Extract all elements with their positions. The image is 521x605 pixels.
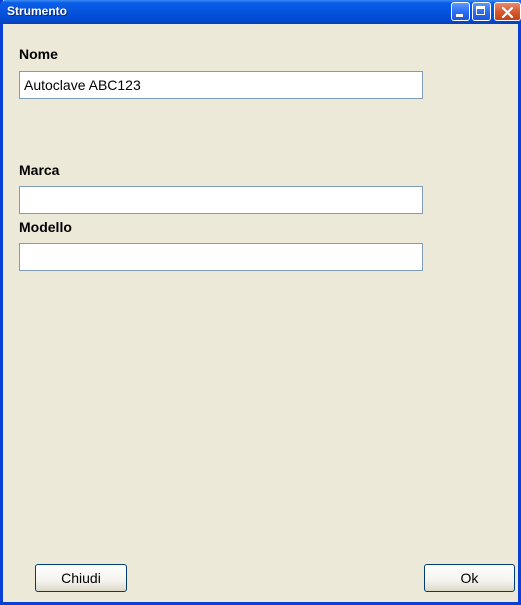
close-button[interactable]: Chiudi bbox=[35, 564, 127, 592]
marca-label: Marca bbox=[19, 162, 60, 178]
window-title: Strumento bbox=[7, 4, 67, 18]
title-bar[interactable]: Strumento bbox=[0, 0, 521, 24]
nome-label: Nome bbox=[19, 46, 58, 62]
instrument-window: Strumento Nome Marca Modello Chiudi Ok bbox=[0, 0, 521, 605]
close-window-button[interactable] bbox=[494, 2, 521, 21]
ok-button[interactable]: Ok bbox=[424, 564, 515, 592]
minimize-button[interactable] bbox=[451, 2, 470, 21]
maximize-button[interactable] bbox=[472, 2, 491, 21]
marca-field[interactable] bbox=[19, 186, 423, 214]
modello-field[interactable] bbox=[19, 243, 423, 271]
nome-field[interactable] bbox=[19, 71, 423, 99]
close-icon bbox=[501, 6, 514, 19]
modello-label: Modello bbox=[19, 219, 72, 235]
